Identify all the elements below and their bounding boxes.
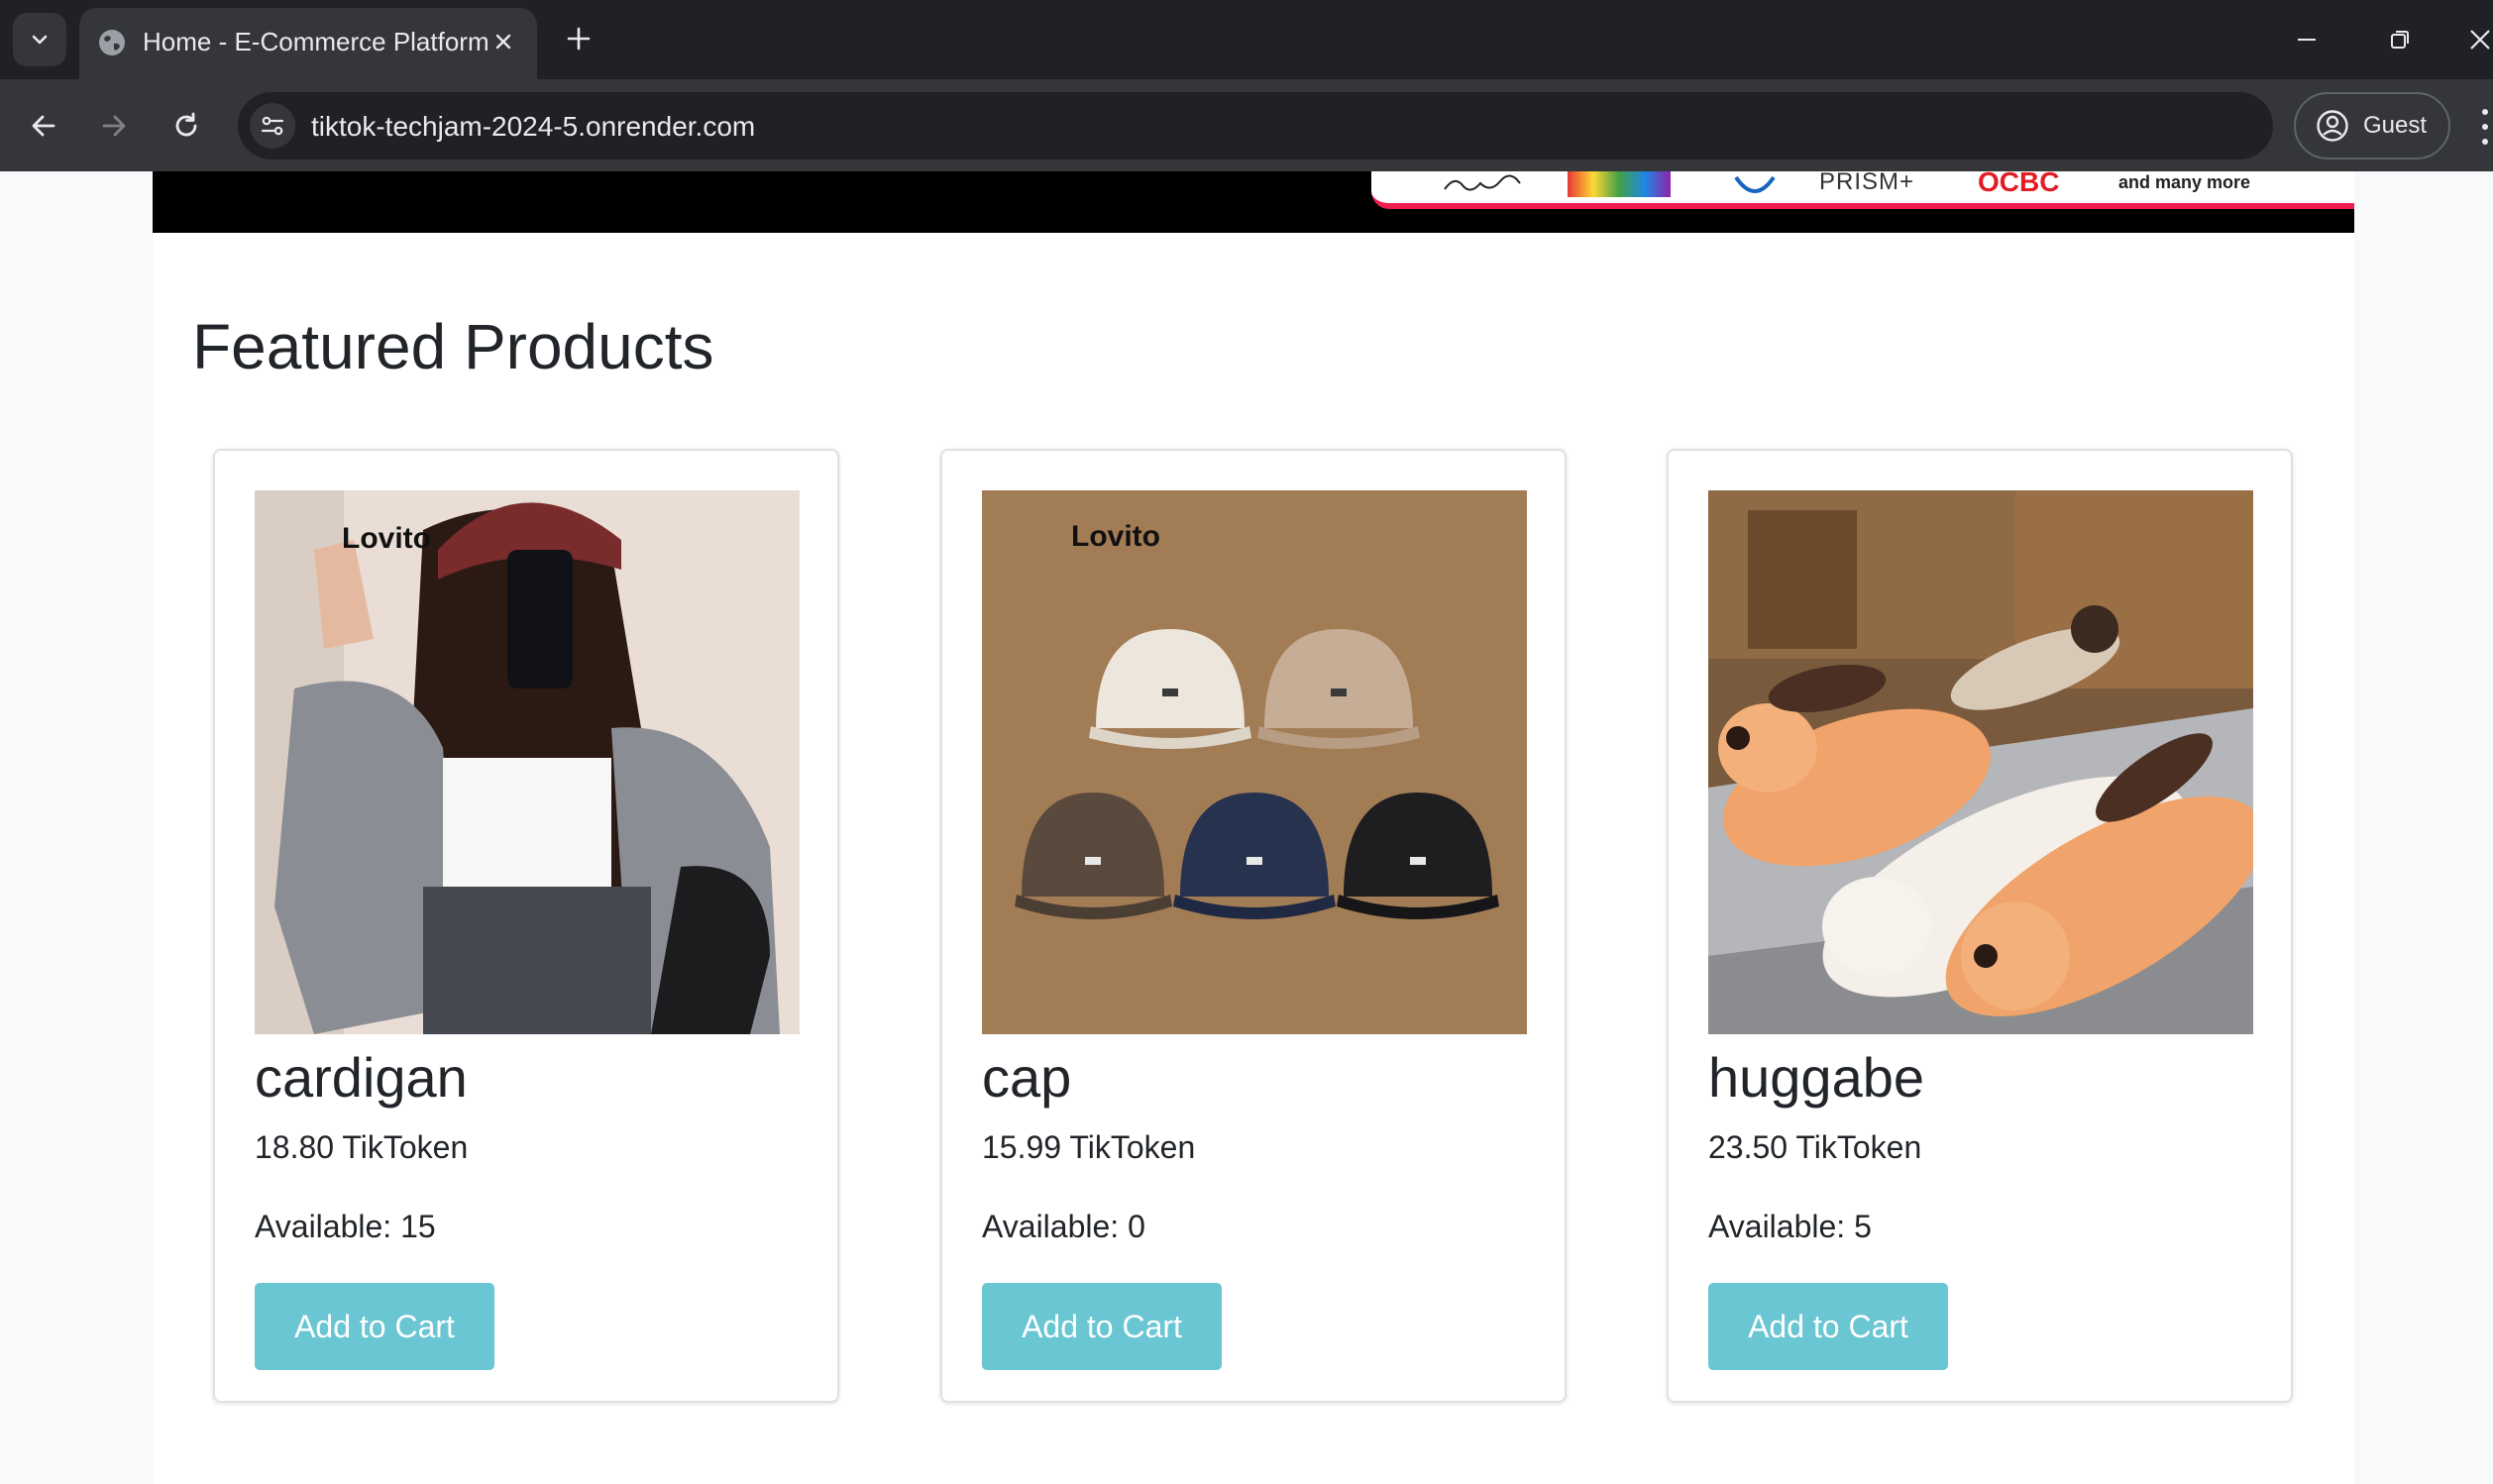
sponsor-more: and many more <box>2118 172 2251 192</box>
menu-dot <box>2482 123 2488 130</box>
product-image-cap: Lovito <box>982 490 1527 1034</box>
add-to-cart-button[interactable]: Add to Cart <box>255 1283 494 1370</box>
page-viewport: PRISM+ OCBC and many more Featured Produ… <box>0 171 2493 1484</box>
forward-button[interactable] <box>89 101 139 151</box>
profile-button[interactable]: Guest <box>2294 92 2450 159</box>
product-image-huggabe <box>1708 490 2253 1034</box>
tab-close-button[interactable] <box>488 26 519 57</box>
image-brand-text: Lovito <box>1071 520 1160 553</box>
cap-photo: Lovito <box>982 490 1527 1034</box>
menu-dot <box>2482 109 2488 116</box>
reload-icon <box>175 112 197 137</box>
arrow-left-icon <box>32 115 55 137</box>
colorful-sponsor-logo <box>1568 171 1671 197</box>
globe-icon <box>99 30 125 55</box>
product-card-cap: Lovito cap 15.99 TikToken Available: 0 A… <box>940 449 1567 1403</box>
sponsor-ocbc: OCBC <box>1978 171 2060 197</box>
restore-icon <box>2391 31 2409 49</box>
minimize-icon <box>2298 39 2316 41</box>
plus-icon <box>567 27 591 51</box>
tab-search-button[interactable] <box>13 13 66 66</box>
tune-icon <box>261 116 284 136</box>
add-to-cart-button[interactable]: Add to Cart <box>1708 1283 1948 1370</box>
product-price: 15.99 TikToken <box>982 1129 1196 1165</box>
product-card-cardigan: Lovito cardigan 18.80 TikToken Available… <box>213 449 839 1403</box>
address-bar[interactable]: tiktok-techjam-2024-5.onrender.com <box>238 92 2273 159</box>
profile-label: Guest <box>2363 112 2428 139</box>
section-title: Featured Products <box>192 311 714 382</box>
browser-menu-button[interactable] <box>2477 105 2493 149</box>
product-price: 18.80 TikToken <box>255 1129 469 1165</box>
url-text: tiktok-techjam-2024-5.onrender.com <box>311 111 756 142</box>
product-image-cardigan: Lovito <box>255 490 800 1034</box>
close-window-icon <box>2470 30 2490 50</box>
site-info-button[interactable] <box>250 103 295 149</box>
watch-logo <box>1734 175 1776 193</box>
minimize-button[interactable] <box>2285 18 2329 61</box>
chevron-down-icon <box>32 35 48 45</box>
huggabe-photo <box>1708 490 2253 1034</box>
product-card-huggabe: huggabe 23.50 TikToken Available: 5 Add … <box>1667 449 2293 1403</box>
product-name: huggabe <box>1708 1046 1925 1109</box>
product-stock: Available: 0 <box>982 1209 1145 1244</box>
product-name: cap <box>982 1046 1072 1109</box>
product-name: cardigan <box>255 1046 468 1109</box>
browser-tab-bar: Home - E-Commerce Platform <box>0 0 2493 79</box>
close-window-button[interactable] <box>2467 18 2493 61</box>
tab-title: Home - E-Commerce Platform <box>143 27 489 56</box>
arrow-right-icon <box>102 115 126 137</box>
close-icon <box>495 34 511 50</box>
signature-logo <box>1444 174 1521 191</box>
product-price: 23.50 TikToken <box>1708 1129 1922 1165</box>
account-circle-icon <box>2317 110 2348 142</box>
product-stock: Available: 15 <box>255 1209 436 1244</box>
image-brand-text: Lovito <box>342 522 431 555</box>
browser-tab-active[interactable]: Home - E-Commerce Platform <box>79 8 537 79</box>
restore-button[interactable] <box>2378 18 2422 61</box>
new-tab-button[interactable] <box>558 18 599 59</box>
reload-button[interactable] <box>162 101 211 151</box>
cardigan-photo: Lovito <box>255 490 800 1034</box>
menu-dot <box>2482 138 2488 145</box>
browser-toolbar: tiktok-techjam-2024-5.onrender.com Guest <box>0 79 2493 171</box>
back-button[interactable] <box>19 101 68 151</box>
sponsor-prism: PRISM+ <box>1819 171 1915 195</box>
hero-banner: PRISM+ OCBC and many more <box>153 171 2354 233</box>
add-to-cart-button[interactable]: Add to Cart <box>982 1283 1222 1370</box>
sponsor-strip: PRISM+ OCBC and many more <box>1371 171 2354 209</box>
product-stock: Available: 5 <box>1708 1209 1872 1244</box>
page-container: PRISM+ OCBC and many more Featured Produ… <box>153 171 2354 1484</box>
